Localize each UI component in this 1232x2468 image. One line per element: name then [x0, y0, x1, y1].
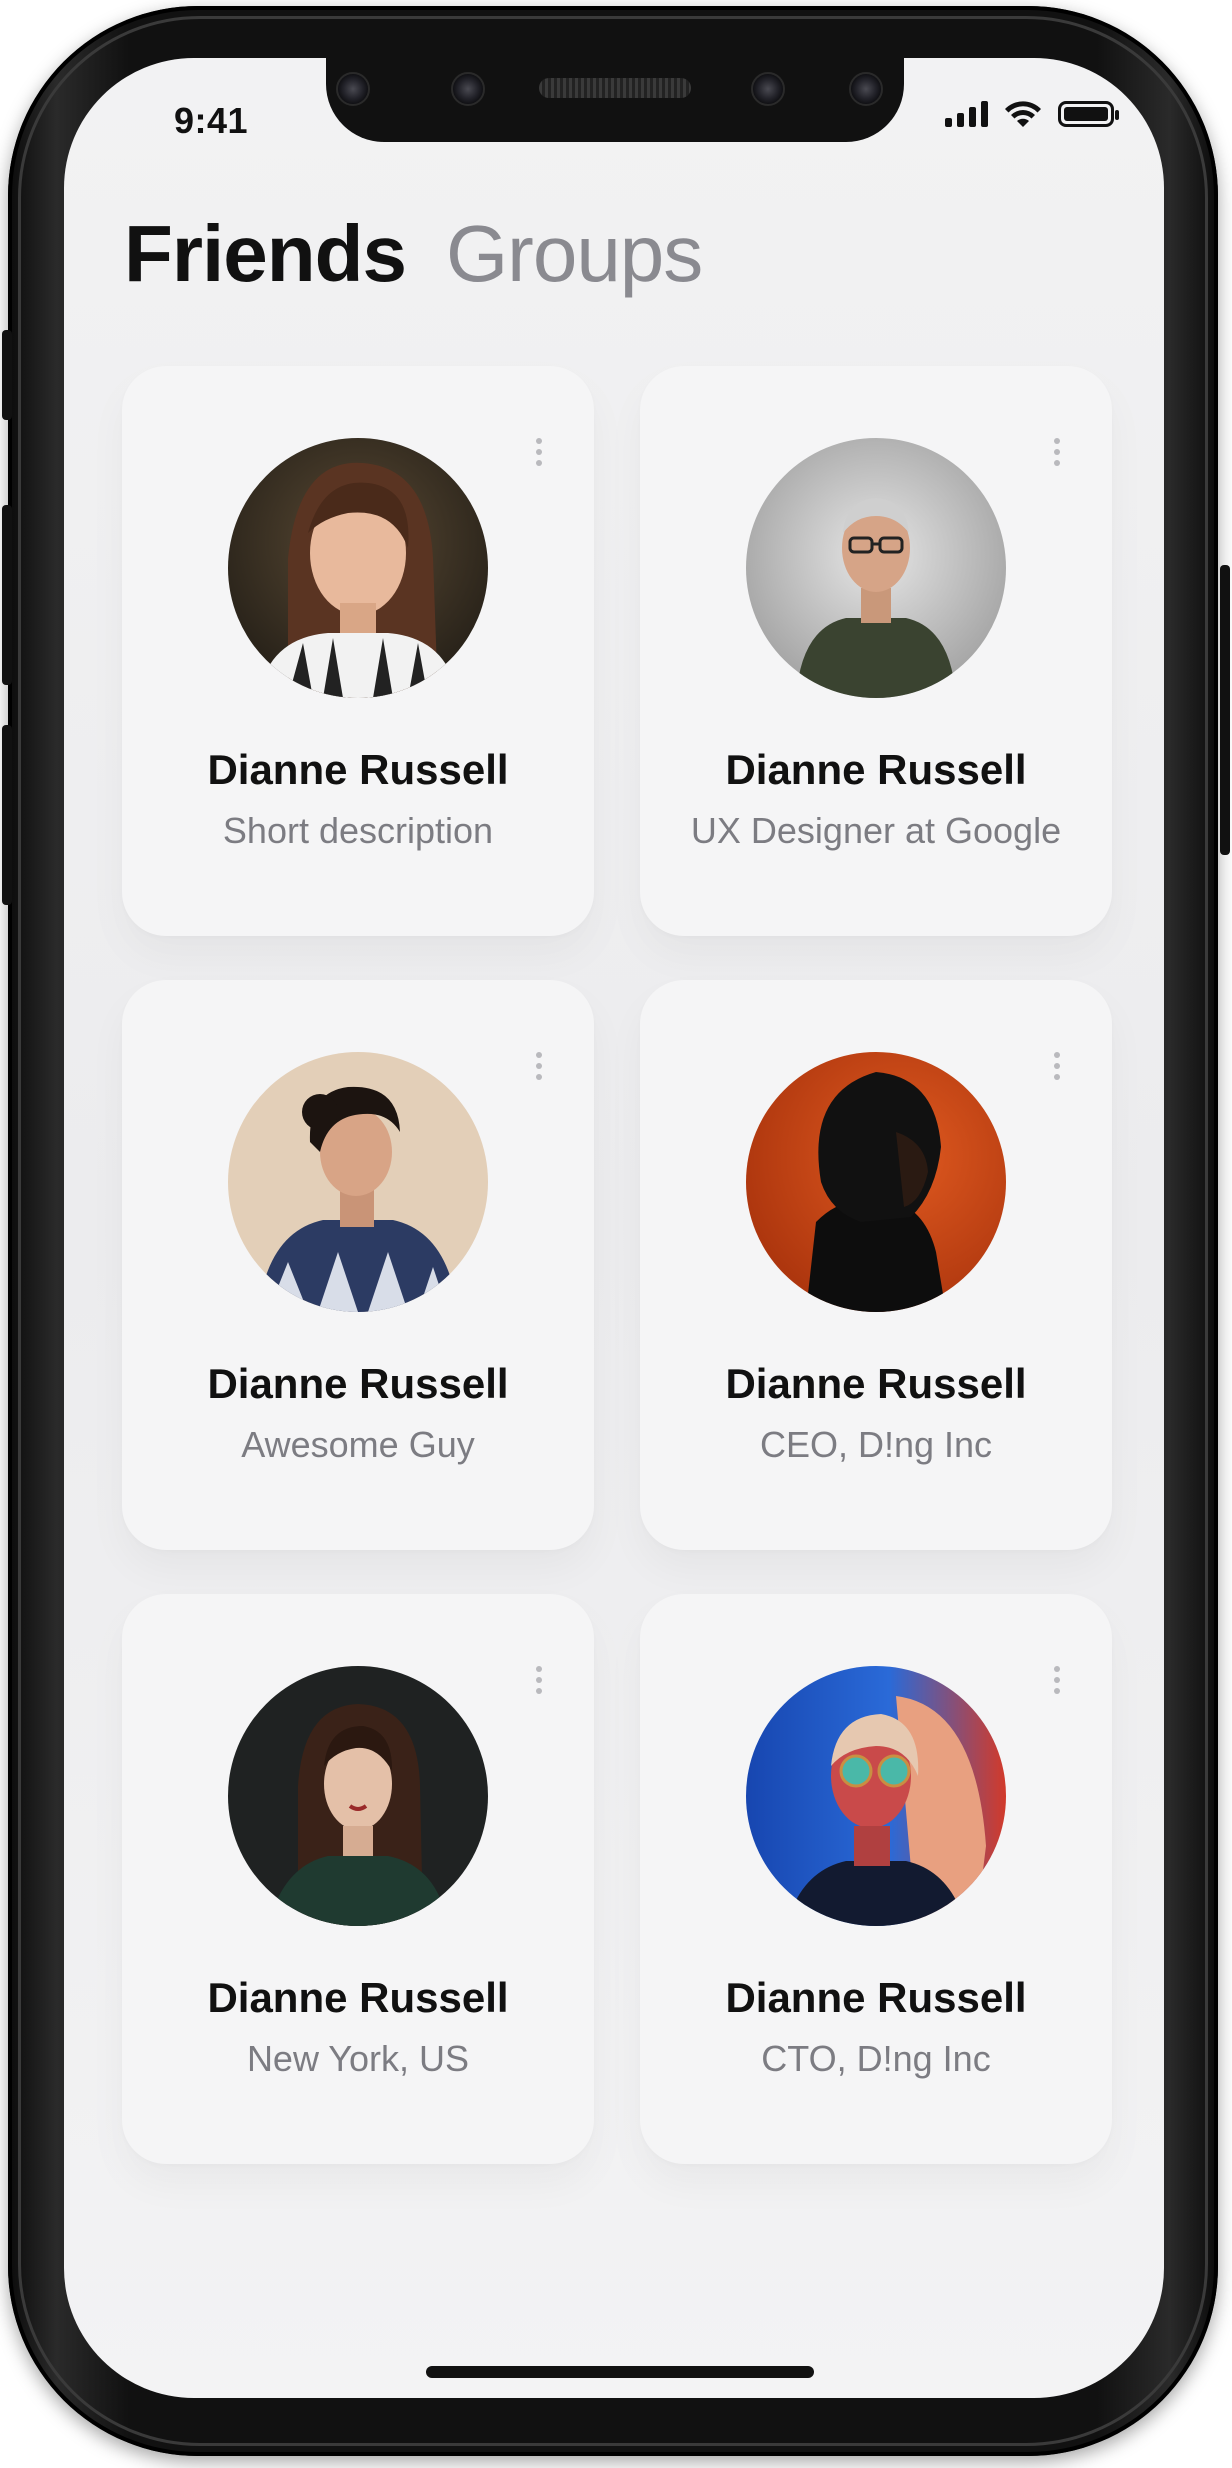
woman-portrait-avatar-icon [228, 1052, 488, 1312]
earpiece-speaker [539, 78, 691, 98]
more-options-icon[interactable] [1054, 438, 1060, 466]
more-options-icon[interactable] [1054, 1666, 1060, 1694]
face-id-sensor [751, 72, 785, 106]
home-indicator[interactable] [426, 2366, 814, 2378]
friend-card[interactable]: Dianne Russell CTO, D!ng Inc [640, 1594, 1112, 2164]
woman-portrait-avatar-icon [746, 1666, 1006, 1926]
friend-description: UX Designer at Google [690, 810, 1062, 851]
proximity-sensor [451, 72, 485, 106]
more-options-icon[interactable] [536, 1666, 542, 1694]
friend-card[interactable]: Dianne Russell New York, US [122, 1594, 594, 2164]
avatar [746, 438, 1006, 698]
friend-name: Dianne Russell [725, 1974, 1027, 2021]
friend-description: CEO, D!ng Inc [759, 1424, 993, 1465]
notch [326, 58, 904, 142]
friend-description: Awesome Guy [241, 1424, 475, 1465]
power-button [1220, 565, 1230, 855]
avatar [228, 1052, 488, 1312]
avatar [746, 1052, 1006, 1312]
friend-name: Dianne Russell [725, 1360, 1027, 1407]
app-screen: 9:41 Friends Groups Dianne Russell Short… [64, 58, 1164, 2398]
friend-name: Dianne Russell [207, 1974, 509, 2021]
more-options-icon[interactable] [536, 438, 542, 466]
more-options-icon[interactable] [1054, 1052, 1060, 1080]
volume-up-button [2, 505, 12, 685]
more-options-icon[interactable] [536, 1052, 542, 1080]
woman-portrait-avatar-icon [228, 438, 488, 698]
silent-switch [2, 330, 12, 420]
friend-description: Short description [222, 810, 494, 851]
avatar [228, 1666, 488, 1926]
status-time: 9:41 [174, 100, 249, 141]
volume-down-button [2, 725, 12, 905]
woman-portrait-avatar-icon [228, 1666, 488, 1926]
friend-card[interactable]: Dianne Russell CEO, D!ng Inc [640, 980, 1112, 1550]
friend-name: Dianne Russell [725, 746, 1027, 793]
friend-description: New York, US [246, 2038, 470, 2079]
friend-card[interactable]: Dianne Russell Awesome Guy [122, 980, 594, 1550]
man-portrait-avatar-icon [746, 438, 1006, 698]
wifi-icon [1005, 101, 1041, 127]
friend-card[interactable]: Dianne Russell Short description [122, 366, 594, 936]
front-camera [336, 72, 370, 106]
battery-icon [1058, 101, 1119, 127]
segment-tabs: Friends Groups [124, 208, 703, 300]
avatar [228, 438, 488, 698]
friend-name: Dianne Russell [207, 1360, 509, 1407]
cellular-signal-icon [945, 101, 988, 127]
tab-friends[interactable]: Friends [124, 208, 407, 300]
ambient-light-sensor [849, 72, 883, 106]
avatar [746, 1666, 1006, 1926]
friend-name: Dianne Russell [207, 746, 509, 793]
tab-groups[interactable]: Groups [446, 208, 703, 300]
status-icons [945, 100, 1119, 128]
friends-grid: Dianne Russell Short description Dianne … [122, 366, 1112, 2164]
friend-card[interactable]: Dianne Russell UX Designer at Google [640, 366, 1112, 936]
man-portrait-avatar-icon [746, 1052, 1006, 1312]
friend-description: CTO, D!ng Inc [761, 2038, 991, 2079]
